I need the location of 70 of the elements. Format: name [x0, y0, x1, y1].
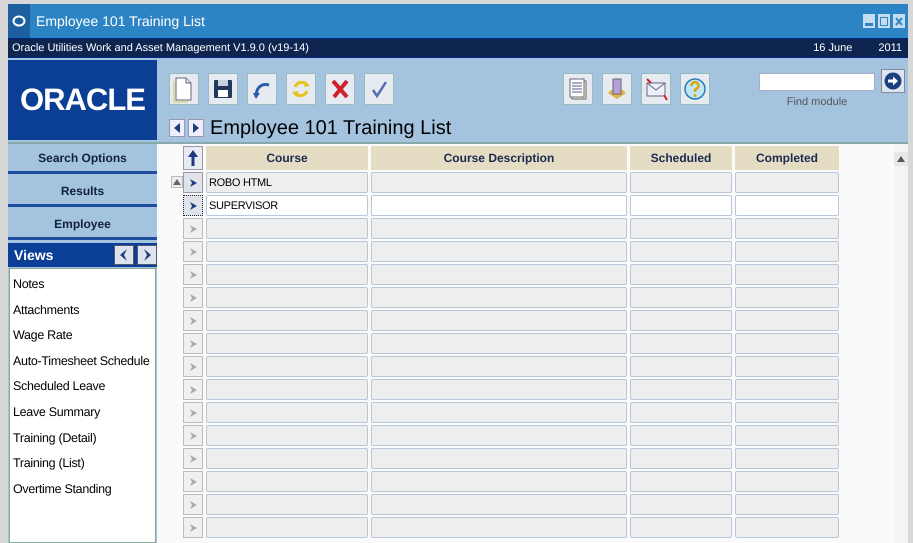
year-text: 2011	[878, 42, 902, 54]
arrow-icon	[188, 454, 198, 464]
arrow-icon	[188, 178, 198, 188]
scrollbar[interactable]	[894, 144, 908, 543]
close-button[interactable]	[893, 14, 905, 28]
next-view-button[interactable]	[137, 245, 157, 265]
column-header[interactable]: Completed	[735, 146, 839, 170]
arrow-icon	[188, 522, 198, 532]
back-button[interactable]	[169, 119, 185, 137]
up-arrow-icon	[897, 156, 905, 162]
row-selector[interactable]	[183, 195, 203, 216]
product-name: Oracle Utilities Work and Asset Management V1.9.0 (v19-14)	[12, 42, 310, 54]
views-title: Views	[14, 247, 54, 263]
window-title: Employee 101 Training List	[36, 13, 206, 29]
view-item[interactable]: Notes	[10, 274, 155, 300]
forward-button[interactable]	[188, 119, 204, 137]
column-header[interactable]: Scheduled	[630, 146, 732, 170]
arrow-icon	[188, 500, 198, 510]
arrow-icon	[188, 200, 198, 210]
left-arrow-icon	[173, 123, 181, 133]
logo: ORACLE	[8, 60, 157, 140]
go-button[interactable]	[881, 68, 905, 92]
right-arrow-icon	[143, 249, 151, 261]
close-icon	[895, 16, 903, 26]
row-selector[interactable]	[183, 172, 203, 193]
column-header[interactable]: Course	[206, 146, 368, 170]
view-item[interactable]: Overtime Standing	[10, 478, 155, 504]
app-icon	[12, 15, 26, 27]
find-module-field[interactable]	[759, 72, 875, 90]
table-cell: SUPERVISOR	[206, 195, 368, 216]
arrow-icon	[188, 430, 198, 440]
find-module-label: Find module	[786, 96, 848, 108]
arrow-icon	[188, 224, 198, 234]
minimize-button[interactable]	[863, 14, 875, 28]
up-arrow-icon	[188, 150, 198, 166]
toolbar-button[interactable]	[169, 72, 199, 104]
page-title: Employee 101 Training List	[210, 116, 452, 140]
maximize-button[interactable]	[878, 14, 890, 28]
up-arrow-icon	[173, 179, 181, 185]
view-item[interactable]: Leave Summary	[10, 402, 155, 428]
arrow-icon	[188, 476, 198, 486]
arrow-icon	[188, 408, 198, 418]
minimize-icon	[865, 23, 873, 26]
left-arrow-icon	[120, 249, 128, 261]
arrow-icon	[188, 292, 198, 302]
arrow-icon	[188, 384, 198, 394]
arrow-icon	[188, 362, 198, 372]
view-item[interactable]: Wage Rate	[10, 325, 155, 351]
scroll-up-button[interactable]	[894, 152, 908, 166]
view-item[interactable]: Auto-Timesheet Schedule	[10, 350, 155, 376]
toolbar-button[interactable]	[208, 72, 238, 104]
previous-view-button[interactable]	[114, 245, 134, 265]
arrow-icon	[188, 246, 198, 256]
maximize-icon	[880, 16, 888, 26]
view-item[interactable]: Scheduled Leave	[10, 376, 155, 402]
scroll-up-button[interactable]	[171, 176, 183, 188]
table-cell: ROBO HTML	[206, 172, 368, 193]
toolbar-button[interactable]	[641, 72, 671, 104]
date-text: 16 June	[813, 42, 852, 54]
arrow-icon	[188, 270, 198, 280]
column-header[interactable]: Course Description	[371, 146, 627, 170]
view-item[interactable]: Training (Detail)	[10, 428, 155, 454]
right-arrow-icon	[192, 123, 200, 133]
toolbar-button[interactable]	[563, 72, 593, 104]
sort-button[interactable]	[183, 146, 203, 170]
arrow-icon	[188, 316, 198, 326]
arrow-icon	[188, 338, 198, 348]
view-item[interactable]: Attachments	[10, 300, 155, 326]
view-item[interactable]: Training (List)	[10, 453, 155, 479]
toolbar-button[interactable]	[247, 72, 277, 104]
